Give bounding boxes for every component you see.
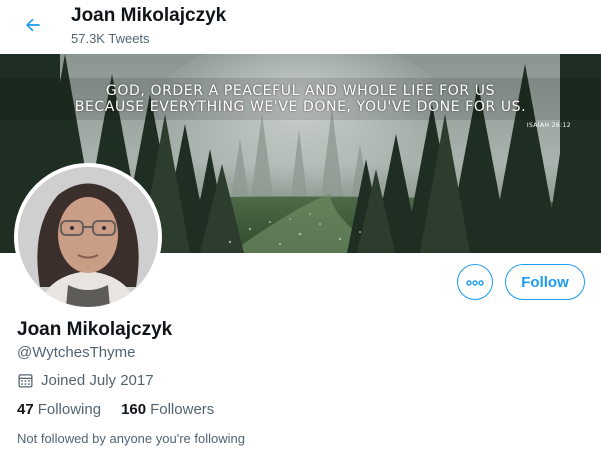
following-link[interactable]: 47 Following — [17, 401, 101, 418]
profile-handle: @WytchesThyme — [17, 344, 136, 361]
following-count: 47 — [17, 401, 34, 418]
follow-stats: 47 Following 160 Followers — [17, 401, 214, 418]
banner-scripture-reference: ISAIAH 26:12 — [526, 122, 571, 129]
avatar-photo — [18, 167, 158, 307]
profile-page: Joan Mikolajczyk 57.3K Tweets GOD, ORDER… — [0, 0, 601, 470]
back-button[interactable] — [16, 10, 50, 44]
avatar[interactable] — [14, 163, 162, 311]
calendar-icon — [17, 372, 34, 389]
tweet-count: 57.3K Tweets — [71, 31, 150, 46]
banner-quote-line-2: BECAUSE EVERYTHING WE'VE DONE, YOU'VE DO… — [74, 99, 527, 115]
followers-label: Followers — [150, 401, 215, 418]
profile-display-name: Joan Mikolajczyk — [17, 319, 173, 340]
more-options-button[interactable] — [457, 264, 493, 300]
followers-link[interactable]: 160 Followers — [121, 401, 214, 418]
more-horizontal-icon — [466, 273, 484, 291]
followers-count: 160 — [121, 401, 147, 418]
joined-date: Joined July 2017 — [17, 370, 154, 390]
arrow-left-icon — [23, 15, 43, 40]
banner-quote-line-1: GOD, ORDER A PEACEFUL AND WHOLE LIFE FOR… — [105, 83, 496, 99]
following-label: Following — [37, 401, 102, 418]
followed-by-context: Not followed by anyone you're following — [17, 431, 245, 446]
follow-button[interactable]: Follow — [505, 264, 585, 300]
joined-date-text: Joined July 2017 — [41, 371, 154, 389]
header-title: Joan Mikolajczyk — [71, 5, 227, 26]
profile-header: Joan Mikolajczyk 57.3K Tweets — [0, 0, 601, 54]
